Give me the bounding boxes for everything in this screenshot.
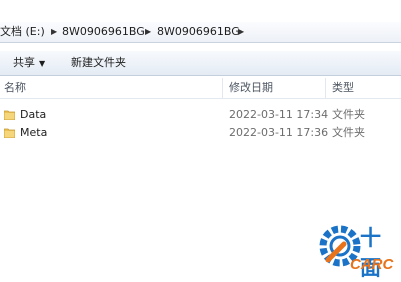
folder-icon (4, 110, 15, 120)
file-type: 文件夹 (332, 126, 365, 139)
command-toolbar: 共享 ▼ 新建文件夹 (0, 50, 401, 76)
chevron-down-icon: ▼ (39, 59, 46, 68)
breadcrumb-folder-2[interactable]: 8W0906961BG (157, 24, 240, 40)
folder-icon (4, 128, 15, 138)
file-name: Meta (20, 126, 48, 139)
share-label: 共享 (13, 56, 35, 69)
list-item[interactable]: Meta 2022-03-11 17:36 文件夹 (0, 124, 401, 142)
new-folder-button[interactable]: 新建文件夹 (71, 55, 126, 71)
watermark-cn-text: 十面 (360, 226, 381, 280)
column-name[interactable]: 名称 (4, 81, 26, 95)
list-item[interactable]: Data 2022-03-11 17:34 文件夹 (0, 106, 401, 124)
chevron-right-icon[interactable]: ▶ (51, 24, 57, 40)
file-name: Data (20, 108, 47, 121)
column-header: 名称 修改日期 类型 (0, 78, 401, 99)
share-button[interactable]: 共享 ▼ (13, 55, 45, 72)
column-divider[interactable] (325, 78, 326, 98)
breadcrumb-drive[interactable]: 文档 (E:) (0, 24, 45, 40)
chevron-right-icon[interactable]: ▶ (145, 24, 151, 40)
address-bar[interactable]: 文档 (E:) ▶ 8W0906961BG ▶ 8W0906961BG ▶ (0, 22, 401, 43)
chevron-right-icon[interactable]: ▶ (238, 24, 244, 40)
column-divider[interactable] (222, 78, 223, 98)
column-date[interactable]: 修改日期 (229, 81, 273, 95)
watermark-logo-text: CARC (350, 256, 394, 273)
breadcrumb-folder-1[interactable]: 8W0906961BG (62, 24, 145, 40)
column-type[interactable]: 类型 (332, 81, 354, 95)
file-date: 2022-03-11 17:34 (229, 108, 329, 121)
file-type: 文件夹 (332, 108, 365, 121)
file-date: 2022-03-11 17:36 (229, 126, 329, 139)
